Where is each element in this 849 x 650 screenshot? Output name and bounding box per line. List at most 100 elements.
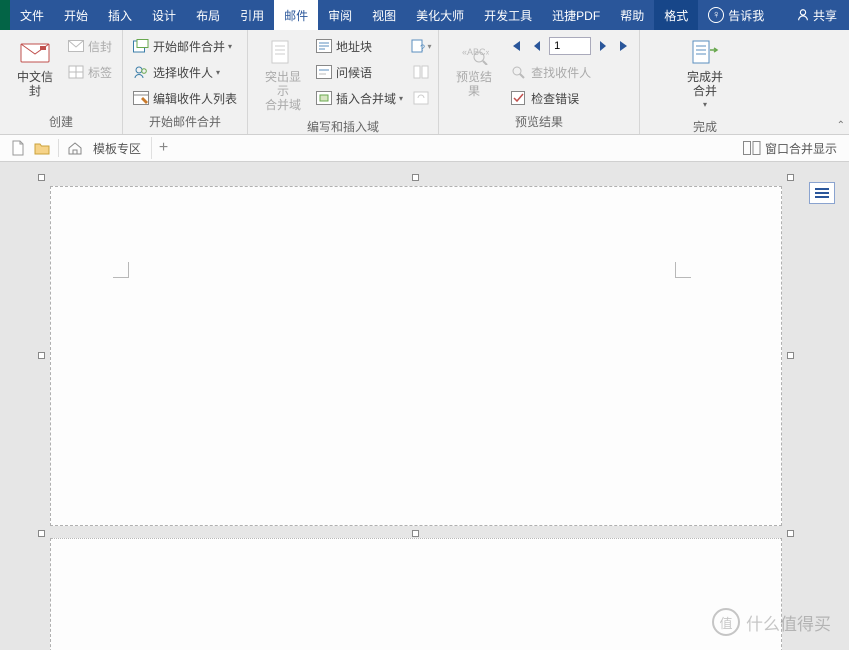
check-errors-button[interactable]: 检查错误 xyxy=(507,87,633,109)
select-recipients-button[interactable]: 选择收件人 ▾ xyxy=(129,61,241,83)
update-labels-button[interactable] xyxy=(410,87,432,109)
greeting-icon xyxy=(316,64,332,80)
first-icon xyxy=(510,40,522,52)
tell-me-label: 告诉我 xyxy=(728,7,764,24)
document-canvas[interactable] xyxy=(0,162,849,650)
find-recipient-button[interactable]: 查找收件人 xyxy=(507,61,633,83)
resize-handle[interactable] xyxy=(787,352,794,359)
envelope-button[interactable]: 信封 xyxy=(64,35,116,57)
next-icon xyxy=(598,40,608,52)
new-doc-button[interactable] xyxy=(6,137,30,159)
svg-text:?: ? xyxy=(420,43,425,53)
first-record-button[interactable] xyxy=(507,37,525,55)
add-tab-button[interactable]: + xyxy=(151,137,175,159)
edit-list-icon xyxy=(133,90,149,106)
resize-handle[interactable] xyxy=(412,174,419,181)
tab-pdf[interactable]: 迅捷PDF xyxy=(542,0,610,30)
group-create: 中文信封 信封 标签 创建 xyxy=(0,30,123,134)
tell-me-search[interactable]: ♀ 告诉我 xyxy=(698,0,774,30)
dropdown-icon: ▾ xyxy=(216,68,220,77)
select-recipients-label: 选择收件人 xyxy=(153,64,213,81)
record-number-input[interactable] xyxy=(549,37,591,55)
group-start-merge: 开始邮件合并 ▾ 选择收件人 ▾ 编辑收件人列表 开始邮件合并 xyxy=(123,30,248,134)
share-button[interactable]: 共享 xyxy=(784,0,849,30)
label-label: 标签 xyxy=(88,64,112,81)
page-icon xyxy=(11,140,25,156)
chinese-envelope-button[interactable]: 中文信封 xyxy=(6,33,64,110)
share-icon xyxy=(796,8,810,22)
dropdown-icon: ▾ xyxy=(703,98,707,112)
envelope-icon xyxy=(68,38,84,54)
edit-recipient-list-label: 编辑收件人列表 xyxy=(153,90,237,107)
find-icon xyxy=(511,64,527,80)
tab-view[interactable]: 视图 xyxy=(362,0,406,30)
chinese-envelope-label: 中文信封 xyxy=(12,70,58,98)
group-finish: 完成并合并 ▾ 完成 xyxy=(670,30,740,134)
start-mail-merge-button[interactable]: 开始邮件合并 ▾ xyxy=(129,35,241,57)
window-merge-display-label: 窗口合并显示 xyxy=(765,140,837,157)
tab-design[interactable]: 设计 xyxy=(142,0,186,30)
tab-mail[interactable]: 邮件 xyxy=(274,0,318,30)
insert-field-icon xyxy=(316,90,332,106)
prev-icon xyxy=(532,40,542,52)
rules-icon: ? xyxy=(411,39,427,53)
greeting-line-button[interactable]: 问候语 xyxy=(312,61,407,83)
address-block-button[interactable]: 地址块 xyxy=(312,35,407,57)
group-create-label: 创建 xyxy=(6,110,116,134)
home-icon xyxy=(67,141,83,155)
resize-handle[interactable] xyxy=(412,530,419,537)
last-record-button[interactable] xyxy=(615,37,633,55)
envelope-cn-icon xyxy=(19,36,51,68)
greeting-label: 问候语 xyxy=(336,64,372,81)
layout-options-button[interactable] xyxy=(809,182,835,204)
next-record-button[interactable] xyxy=(594,37,612,55)
edit-recipient-list-button[interactable]: 编辑收件人列表 xyxy=(129,87,241,109)
resize-handle[interactable] xyxy=(38,530,45,537)
tab-home[interactable]: 开始 xyxy=(54,0,98,30)
tab-format[interactable]: 格式 xyxy=(654,0,698,30)
tab-layout[interactable]: 布局 xyxy=(186,0,230,30)
check-errors-label: 检查错误 xyxy=(531,90,579,107)
selected-textbox-frame[interactable] xyxy=(42,178,790,650)
textbox-page-1[interactable] xyxy=(50,186,782,526)
open-folder-button[interactable] xyxy=(30,137,54,159)
tab-review[interactable]: 审阅 xyxy=(318,0,362,30)
margin-mark xyxy=(675,262,691,278)
tab-file[interactable]: 文件 xyxy=(10,0,54,30)
label-icon xyxy=(68,64,84,80)
resize-handle[interactable] xyxy=(38,352,45,359)
group-preview: «ABC» 预览结果 查找收件人 检查错误 xyxy=(439,30,640,134)
tab-devtools[interactable]: 开发工具 xyxy=(474,0,542,30)
finish-icon xyxy=(689,36,721,68)
preview-results-button[interactable]: «ABC» 预览结果 xyxy=(445,33,503,110)
find-recipient-label: 查找收件人 xyxy=(531,64,591,81)
prev-record-button[interactable] xyxy=(528,37,546,55)
window-merge-display-button[interactable]: 窗口合并显示 xyxy=(737,140,843,157)
insert-merge-field-button[interactable]: 插入合并域 ▾ xyxy=(312,87,407,109)
tab-beautify[interactable]: 美化大师 xyxy=(406,0,474,30)
highlight-label-2: 合并域 xyxy=(265,98,301,112)
tab-help[interactable]: 帮助 xyxy=(610,0,654,30)
resize-handle[interactable] xyxy=(787,530,794,537)
start-mail-merge-label: 开始邮件合并 xyxy=(153,38,225,55)
resize-handle[interactable] xyxy=(38,174,45,181)
mail-merge-icon xyxy=(133,38,149,54)
textbox-page-2[interactable] xyxy=(50,538,782,650)
layout-icon xyxy=(815,188,829,198)
rules-button[interactable]: ?▾ xyxy=(410,35,432,57)
template-zone-button[interactable]: 模板专区 xyxy=(87,140,147,157)
lightbulb-icon: ♀ xyxy=(708,7,724,23)
group-start-merge-label: 开始邮件合并 xyxy=(129,110,241,134)
highlight-merge-field-button[interactable]: 突出显示 合并域 xyxy=(254,33,312,115)
tab-reference[interactable]: 引用 xyxy=(230,0,274,30)
insert-merge-field-label: 插入合并域 xyxy=(336,90,396,107)
match-icon xyxy=(413,65,429,79)
tab-insert[interactable]: 插入 xyxy=(98,0,142,30)
home-button[interactable] xyxy=(63,137,87,159)
match-fields-button[interactable] xyxy=(410,61,432,83)
collapse-ribbon-button[interactable]: ⌃ xyxy=(837,120,845,131)
finish-merge-button[interactable]: 完成并合并 ▾ xyxy=(676,33,734,115)
label-button[interactable]: 标签 xyxy=(64,61,116,83)
ribbon: 中文信封 信封 标签 创建 开始邮件合并 ▾ xyxy=(0,30,849,135)
resize-handle[interactable] xyxy=(787,174,794,181)
